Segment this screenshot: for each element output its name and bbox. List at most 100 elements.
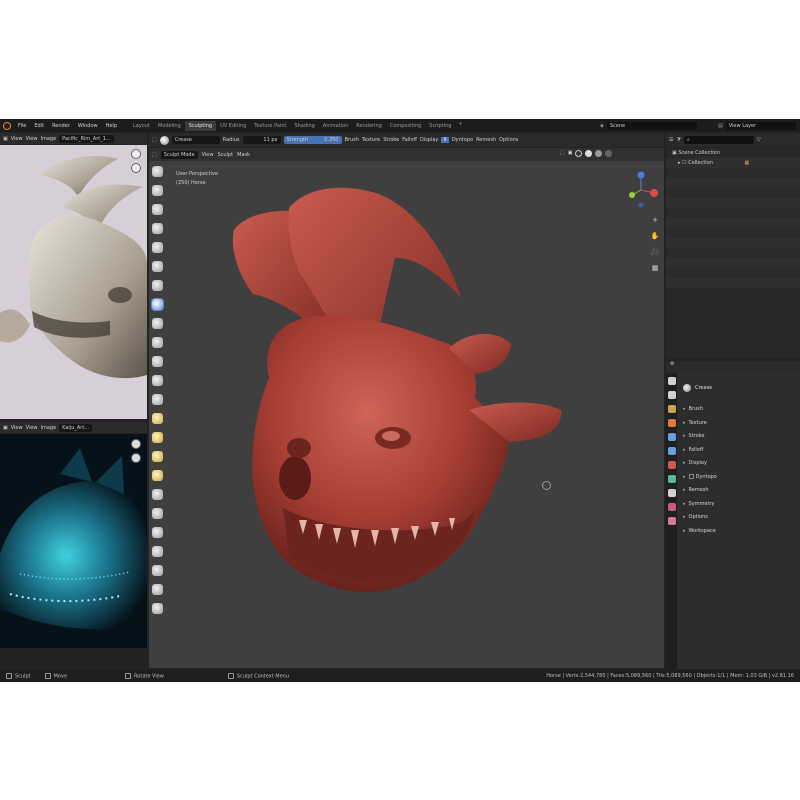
- view-menu-bottom[interactable]: View: [11, 425, 23, 431]
- image-file-field-bottom[interactable]: Kaiju_Art...: [59, 423, 93, 432]
- strength-field[interactable]: Strength 0.350: [283, 136, 342, 144]
- wireframe-shading-icon[interactable]: [575, 150, 583, 157]
- outliner-collection[interactable]: ▸ ☐ Collection ▦: [666, 158, 800, 168]
- mask-tool[interactable]: [152, 546, 163, 557]
- options-menu[interactable]: Options: [499, 137, 518, 143]
- stroke-menu[interactable]: Stroke: [383, 137, 399, 143]
- gizmo-y-axis[interactable]: [629, 192, 635, 198]
- navigation-gizmo[interactable]: [622, 171, 660, 209]
- active-brush-row[interactable]: Crease: [677, 381, 800, 395]
- menu-edit[interactable]: Edit: [30, 123, 48, 129]
- smooth-tool[interactable]: [152, 318, 163, 329]
- properties-editor-icon[interactable]: ⚙: [670, 361, 674, 367]
- xray-icon[interactable]: ▣: [568, 150, 573, 157]
- section-workspace[interactable]: ▸ Workspace: [677, 525, 800, 539]
- nudge-tool[interactable]: [152, 508, 163, 519]
- view-layer-field[interactable]: View Layer: [725, 121, 796, 130]
- tab-modeling[interactable]: Modeling: [154, 121, 185, 131]
- view2-menu-bottom[interactable]: View: [26, 425, 38, 431]
- editor-type-icon-bottom[interactable]: ▣: [3, 425, 8, 431]
- outliner-filter-icon[interactable]: ⧩: [676, 137, 680, 143]
- material-tab-icon[interactable]: [667, 517, 676, 525]
- overlay-icon[interactable]: ⬚: [560, 150, 565, 157]
- pinch-tool[interactable]: [152, 394, 163, 405]
- display-menu[interactable]: Display: [420, 137, 438, 143]
- menu-render[interactable]: Render: [48, 123, 74, 129]
- section-symmetry[interactable]: ▸ Symmetry: [677, 498, 800, 512]
- world-tab-icon[interactable]: [667, 447, 676, 455]
- snake-hook-tool[interactable]: [152, 451, 163, 462]
- box-mask-tool[interactable]: [152, 565, 163, 576]
- remesh-menu[interactable]: Remesh: [476, 137, 496, 143]
- tab-scripting[interactable]: Scripting: [425, 121, 455, 131]
- crease-tool[interactable]: [152, 299, 163, 310]
- tab-layout[interactable]: Layout: [129, 121, 154, 131]
- camera-view-icon[interactable]: 🎥: [650, 247, 660, 257]
- editor-type-icon-viewport[interactable]: ⬚: [152, 152, 157, 158]
- view-menu-top[interactable]: View: [11, 136, 23, 142]
- outliner-editor-icon[interactable]: ☰: [669, 137, 673, 143]
- zoom-view-icon[interactable]: +: [650, 215, 660, 225]
- rotate-tool[interactable]: [152, 527, 163, 538]
- section-stroke[interactable]: ▸ Stroke: [677, 430, 800, 444]
- 3d-viewport[interactable]: [149, 148, 664, 668]
- tab-rendering[interactable]: Rendering: [352, 121, 386, 131]
- section-falloff[interactable]: ▸ Falloff: [677, 444, 800, 458]
- thumb-tool[interactable]: [152, 470, 163, 481]
- modifier-tab-icon[interactable]: [667, 475, 676, 483]
- editor-type-icon[interactable]: ▣: [3, 136, 8, 142]
- render-tab-icon[interactable]: [667, 391, 676, 399]
- physics-tab-icon[interactable]: [667, 503, 676, 511]
- ref-top-hand-icon[interactable]: [131, 163, 141, 173]
- tab-uv-editing[interactable]: UV Editing: [216, 121, 250, 131]
- solid-shading-icon[interactable]: [585, 150, 593, 157]
- section-dyntopo[interactable]: ▸ Dyntopo: [677, 471, 800, 485]
- draw-sharp-tool[interactable]: [152, 185, 163, 196]
- elastic-deform-tool[interactable]: [152, 432, 163, 443]
- dyntopo-menu[interactable]: Dyntopo: [452, 137, 473, 143]
- layer-tool[interactable]: [152, 242, 163, 253]
- gizmo-z-axis[interactable]: [637, 171, 645, 179]
- menu-file[interactable]: File: [14, 123, 30, 129]
- tab-compositing[interactable]: Compositing: [386, 121, 425, 131]
- perspective-toggle-icon[interactable]: ▦: [650, 263, 660, 273]
- particles-tab-icon[interactable]: [667, 489, 676, 497]
- menu-window[interactable]: Window: [74, 123, 102, 129]
- annotate-tool[interactable]: [152, 584, 163, 595]
- symmetry-x-toggle[interactable]: X: [441, 137, 449, 143]
- render-shading-icon[interactable]: [605, 150, 613, 157]
- section-texture[interactable]: ▸ Texture: [677, 417, 800, 431]
- tab-animation[interactable]: Animation: [319, 121, 353, 131]
- section-brush[interactable]: ▸ Brush: [677, 403, 800, 417]
- flatten-tool[interactable]: [152, 337, 163, 348]
- outliner-funnel-icon[interactable]: ▽: [757, 137, 761, 143]
- brush-name-field[interactable]: Crease: [171, 136, 220, 144]
- transform-tool[interactable]: [152, 603, 163, 614]
- image-menu-bottom[interactable]: Image: [40, 425, 56, 431]
- falloff-menu[interactable]: Falloff: [402, 137, 417, 143]
- ref-bot-hand-icon[interactable]: [131, 453, 141, 463]
- ref-bot-zoom-icon[interactable]: [131, 439, 141, 449]
- inflate-tool[interactable]: [152, 261, 163, 272]
- section-display[interactable]: ▸ Display: [677, 457, 800, 471]
- view-layer-tab-icon[interactable]: [667, 419, 676, 427]
- section-options[interactable]: ▸ Options: [677, 511, 800, 525]
- image-file-field-top[interactable]: Pacific_Rim_Art_1...: [59, 134, 114, 143]
- output-tab-icon[interactable]: [667, 405, 676, 413]
- clay-tool[interactable]: [152, 204, 163, 215]
- tab-sculpting[interactable]: Sculpting: [184, 120, 217, 131]
- image-menu-top[interactable]: Image: [40, 136, 56, 142]
- add-workspace-button[interactable]: +: [455, 121, 465, 131]
- gizmo-neg-z-axis[interactable]: [638, 202, 644, 208]
- mode-selector[interactable]: Sculpt Mode: [160, 150, 198, 159]
- gizmo-x-axis[interactable]: [650, 189, 658, 197]
- brush-menu[interactable]: Brush: [345, 137, 359, 143]
- view-menu-viewport[interactable]: View: [202, 152, 214, 158]
- object-tab-icon[interactable]: [667, 461, 676, 469]
- material-shading-icon[interactable]: [595, 150, 603, 157]
- menu-help[interactable]: Help: [102, 123, 121, 129]
- mask-menu[interactable]: Mask: [237, 152, 250, 158]
- section-remesh[interactable]: ▸ Remesh: [677, 484, 800, 498]
- scene-tab-icon[interactable]: [667, 433, 676, 441]
- tool-tab-icon[interactable]: [667, 377, 676, 385]
